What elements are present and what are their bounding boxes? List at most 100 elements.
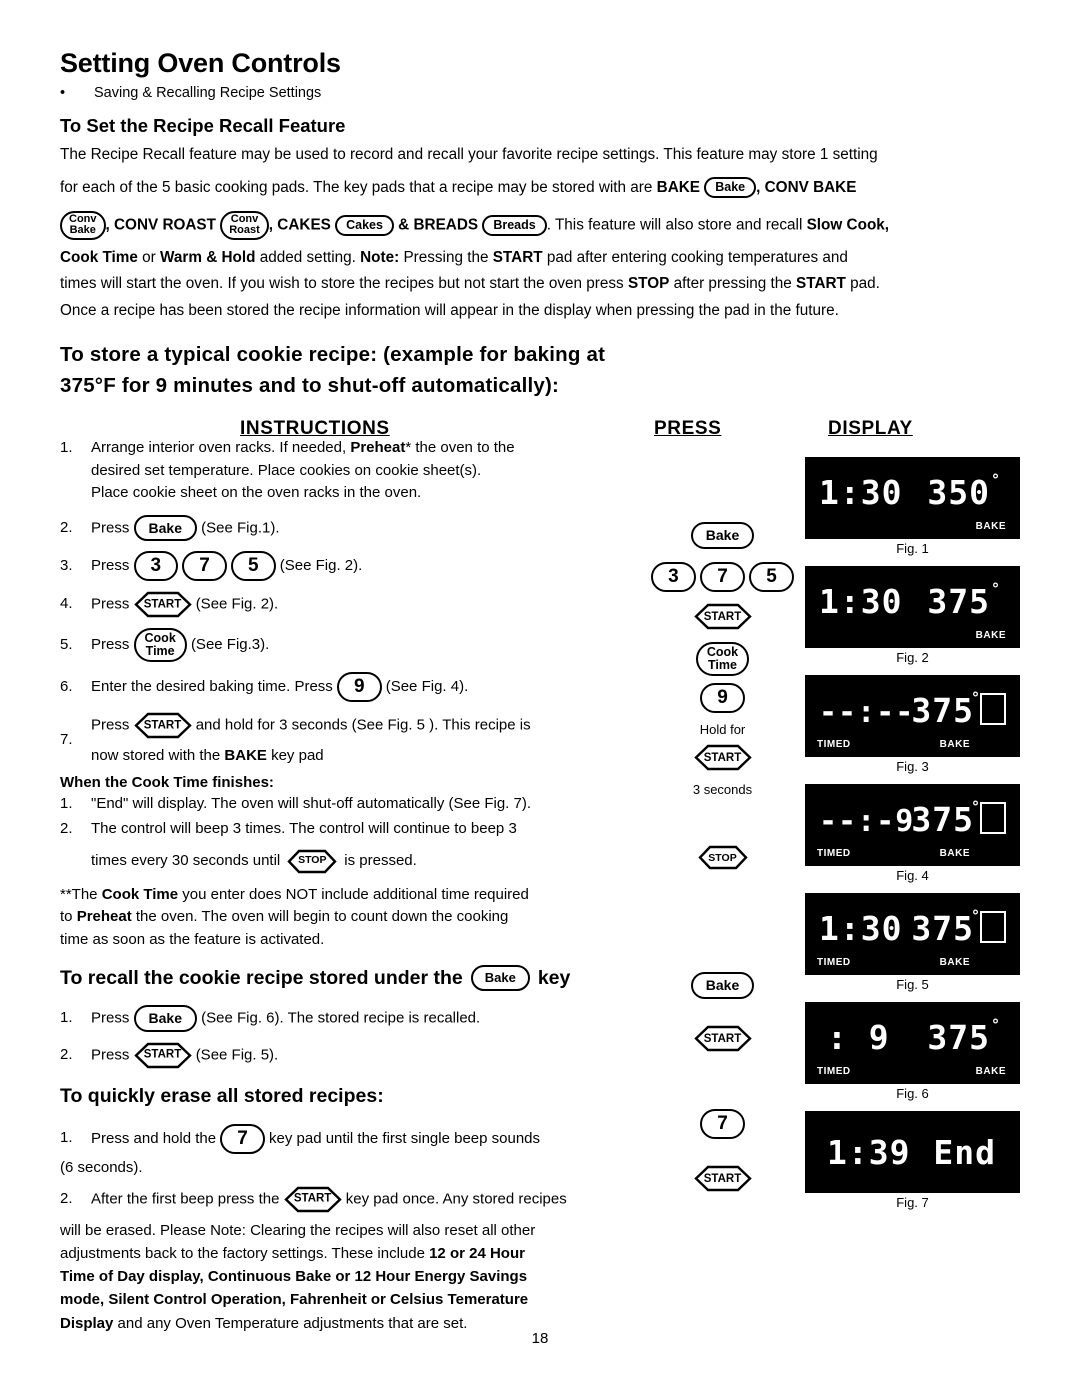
press-num-5[interactable]: 5 (749, 562, 794, 592)
press-start-2[interactable]: START (640, 744, 805, 771)
display-fig-7: 1:39 End (805, 1111, 1020, 1193)
paragraph-1a: The Recipe Recall feature may be used to… (60, 143, 1020, 168)
display-fig-1-caption: Fig. 1 (896, 541, 929, 556)
recall-item-1: 1. Press Bake (See Fig. 6). The stored r… (60, 1004, 655, 1032)
step-6-see-fig: (See Fig. 4). (385, 678, 469, 696)
pad-conv-roast-inline[interactable]: Conv Roast (220, 210, 269, 240)
erase-item-1-text: Press and hold the 7 key pad until the f… (91, 1123, 655, 1154)
display-fig-2-bake-indicator: BAKE (975, 630, 1006, 641)
press-cook-time[interactable]: Cook Time (640, 642, 805, 677)
recall-item-2-after: (See Fig. 5). (195, 1046, 279, 1064)
press-num-7-erase[interactable]: 7 (640, 1109, 805, 1139)
step-5-see-fig: (See Fig.3). (190, 636, 270, 654)
cook-finish-item-2-text: The control will beep 3 times. The contr… (91, 818, 655, 874)
pad-start-recall-2[interactable]: START (133, 1042, 192, 1069)
display-fig-7-time: 1:39 (827, 1133, 911, 1172)
pad-start-recall-2-label: START (143, 1048, 182, 1061)
pad-breads-inline[interactable]: Breads (482, 214, 547, 236)
press-num-3[interactable]: 3 (651, 562, 696, 592)
step-3-label-press: Press (91, 557, 130, 575)
step-6-label: Enter the desired baking time. Press (91, 678, 333, 696)
step-4-text: Press START (See Fig. 2). (91, 591, 655, 618)
display-fig-5: 1:30 375 ° TIMED BAKE (805, 893, 1020, 975)
display-fig-5-bake-indicator: BAKE (939, 957, 970, 968)
recall-item-1-after: (See Fig. 6). The stored recipe is recal… (201, 1009, 481, 1027)
pad-bake-recall-heading[interactable]: Bake (470, 965, 530, 991)
press-bake-1-label: Bake (690, 522, 755, 549)
press-cook-time-line2: Time (708, 658, 737, 673)
display-fig-1-degree: ° (990, 471, 1000, 489)
display-fig-6-caption: Fig. 6 (896, 1086, 929, 1101)
step-1-text: Arrange interior oven racks. If needed, … (91, 437, 655, 505)
press-start-4[interactable]: START (640, 1165, 805, 1192)
step-2-see-fig: (See Fig.1). (201, 518, 280, 536)
press-start-3-label: START (703, 1032, 742, 1045)
pad-7-erase[interactable]: 7 (220, 1123, 265, 1154)
press-stop[interactable]: STOP (640, 845, 805, 870)
erase-item-1-before: Press and hold the (91, 1129, 217, 1147)
pad-conv-roast-line2: Roast (229, 224, 260, 237)
pad-stop-inline[interactable]: STOP (287, 849, 337, 874)
erase-item-1-after: key pad until the first single beep soun… (269, 1129, 541, 1147)
display-fig-1-time: 1:30 (819, 473, 903, 512)
section-heading-erase-recipes: To quickly erase all stored recipes: (60, 1084, 384, 1107)
display-fig-4-timed-indicator: TIMED (817, 848, 851, 859)
display-fig-6-bake-indicator: BAKE (975, 1066, 1006, 1077)
step-6: 6. Enter the desired baking time. Press … (60, 672, 655, 703)
display-fig-7-group: 1:39 End Fig. 7 (805, 1111, 1020, 1210)
pad-start-step4[interactable]: START (133, 591, 192, 618)
press-start-1[interactable]: START (640, 603, 805, 630)
display-fig-3-caption: Fig. 3 (896, 759, 929, 774)
display-fig-5-time: 1:30 (819, 909, 903, 948)
recall-item-1-press: Press (91, 1009, 130, 1027)
bullet-dot: • (60, 85, 66, 101)
press-numbers-375[interactable]: 3 7 5 (640, 562, 805, 592)
preheat-note-line3: time as soon as the feature is activated… (60, 930, 325, 948)
pad-cakes-inline[interactable]: Cakes (335, 214, 394, 236)
erase-tail-text: will be erased. Please Note: Clearing th… (60, 1219, 655, 1335)
display-fig-5-group: 1:30 375 ° TIMED BAKE Fig. 5 (805, 893, 1020, 992)
erase-item-2-number: 2. (60, 1189, 73, 1207)
press-num-7[interactable]: 7 (700, 562, 745, 592)
pad-bake-inline[interactable]: Bake (704, 177, 757, 199)
bold-start-2: START (796, 275, 846, 293)
step-1-number: 1. (60, 439, 73, 456)
recall-heading-text-a: To recall the cookie recipe stored under… (60, 966, 463, 989)
pad-5-step3[interactable]: 5 (231, 551, 276, 582)
pad-9-step6[interactable]: 9 (336, 672, 382, 703)
press-bake-1[interactable]: Bake (640, 522, 805, 549)
preheat-note-line1: **The Cook Time you enter does NOT inclu… (60, 884, 655, 907)
pad-3-step3[interactable]: 3 (133, 551, 179, 582)
display-fig-2-degree: ° (990, 580, 1000, 598)
cook-finish-item-2-number: 2. (60, 820, 73, 838)
step-3-see-fig: (See Fig. 2). (279, 557, 363, 575)
preheat-note-line2: to Preheat the oven. The oven will begin… (60, 906, 655, 929)
pad-cook-time-step5[interactable]: Cook Time (133, 628, 187, 663)
pad-bake-step2[interactable]: Bake (133, 514, 197, 542)
comma-1: , (756, 178, 765, 196)
column-header-press: PRESS (654, 418, 722, 440)
cook-finish-item-1-number: 1. (60, 794, 73, 812)
press-start-1-label: START (703, 610, 742, 623)
preheat-note-bold-cook-time: Cook Time (101, 885, 179, 903)
press-num-9[interactable]: 9 (640, 683, 805, 713)
bold-conv-bake: CONV BAKE (764, 178, 857, 196)
page-title: Setting Oven Controls (60, 48, 341, 78)
subtitle-bullet: • Saving & Recalling Recipe Settings (60, 85, 1020, 101)
step-3: 3. Press 3 7 5 (See Fig. 2). (60, 551, 655, 582)
recall-item-2: 2. Press START (See Fig. 5). (60, 1042, 655, 1069)
bold-stop-1: STOP (627, 275, 670, 293)
pad-conv-bake-inline[interactable]: Conv Bake (60, 210, 106, 240)
pad-start-step7[interactable]: START (133, 712, 192, 739)
bold-slow-cook: Slow Cook, (806, 216, 890, 234)
pad-start-erase-2[interactable]: START (283, 1186, 342, 1213)
erase-item-2-text: After the first beep press the START key… (91, 1186, 655, 1213)
step-4-label-press: Press (91, 595, 130, 613)
press-bake-2[interactable]: Bake (640, 972, 805, 999)
paragraph-1a-text: The Recipe Recall feature may be used to… (60, 146, 878, 163)
paragraph-4: Once a recipe has been stored the recipe… (60, 302, 839, 320)
cook-finish-item-1: 1. "End" will display. The oven will shu… (60, 793, 655, 816)
press-start-3[interactable]: START (640, 1025, 805, 1052)
pad-bake-recall-1[interactable]: Bake (133, 1004, 197, 1032)
pad-7-step3[interactable]: 7 (182, 551, 227, 582)
